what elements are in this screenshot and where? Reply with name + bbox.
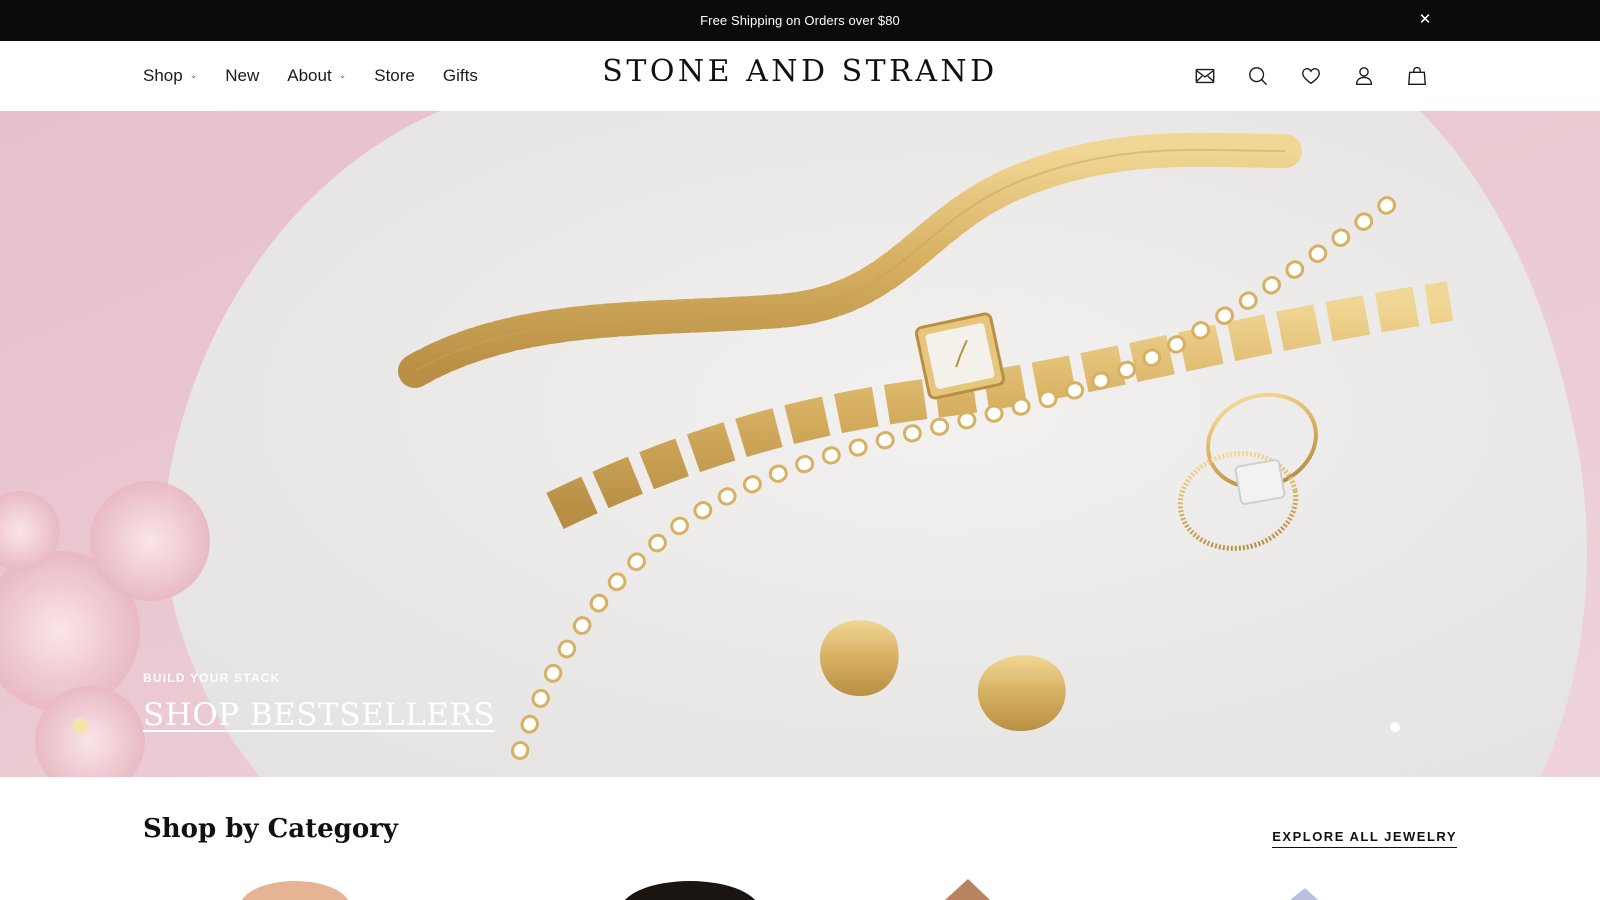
slide-indicator-dot[interactable]	[1390, 722, 1400, 732]
nav-item-label: Gifts	[442, 66, 478, 85]
nav-item-label: About	[287, 66, 332, 85]
search-icon[interactable]	[1247, 65, 1269, 87]
category-thumbnail	[624, 881, 756, 900]
section-title: Shop by Category	[143, 814, 399, 844]
site-logo[interactable]: STONE AND STRAND	[602, 54, 997, 89]
category-thumbnails	[242, 879, 1318, 900]
shop-bestsellers-link[interactable]: SHOP BESTSELLERS	[143, 697, 495, 733]
nav-item-about[interactable]: About ⌄	[287, 66, 346, 86]
hero-banner[interactable]: BUILD YOUR STACK SHOP BESTSELLERS	[0, 111, 1600, 777]
header-icons	[1194, 41, 1428, 111]
heart-icon[interactable]	[1300, 65, 1322, 87]
close-icon[interactable]: ✕	[1416, 11, 1434, 29]
nav-item-store[interactable]: Store	[374, 66, 415, 86]
site-header: Shop ⌄ New About ⌄ Store Gifts STONE AND…	[0, 41, 1600, 111]
hero-eyebrow: BUILD YOUR STACK	[143, 671, 281, 685]
chevron-down-icon: ⌄	[189, 69, 198, 80]
user-icon[interactable]	[1353, 65, 1375, 87]
chevron-down-icon: ⌄	[338, 69, 347, 80]
nav-item-label: New	[225, 66, 260, 85]
nav-item-label: Store	[374, 66, 415, 85]
nav-item-new[interactable]: New	[225, 66, 259, 86]
nav-item-label: Shop	[143, 66, 183, 85]
mail-icon[interactable]	[1194, 65, 1216, 87]
announcement-text: Free Shipping on Orders over $80	[700, 13, 900, 28]
nav-item-gifts[interactable]: Gifts	[443, 66, 478, 86]
category-thumbnail	[242, 881, 348, 900]
explore-all-jewelry-link[interactable]: EXPLORE ALL JEWELRY	[1272, 829, 1457, 848]
bag-icon[interactable]	[1406, 65, 1428, 87]
category-section: Shop by Category EXPLORE ALL JEWELRY	[0, 777, 1600, 900]
main-nav: Shop ⌄ New About ⌄ Store Gifts	[143, 41, 506, 111]
category-thumbnail	[1290, 888, 1318, 900]
nav-item-shop[interactable]: Shop ⌄	[143, 66, 197, 86]
hero-copy: BUILD YOUR STACK SHOP BESTSELLERS	[143, 671, 495, 733]
announcement-bar: Free Shipping on Orders over $80 ✕	[0, 0, 1600, 41]
category-thumbnail	[945, 879, 990, 900]
